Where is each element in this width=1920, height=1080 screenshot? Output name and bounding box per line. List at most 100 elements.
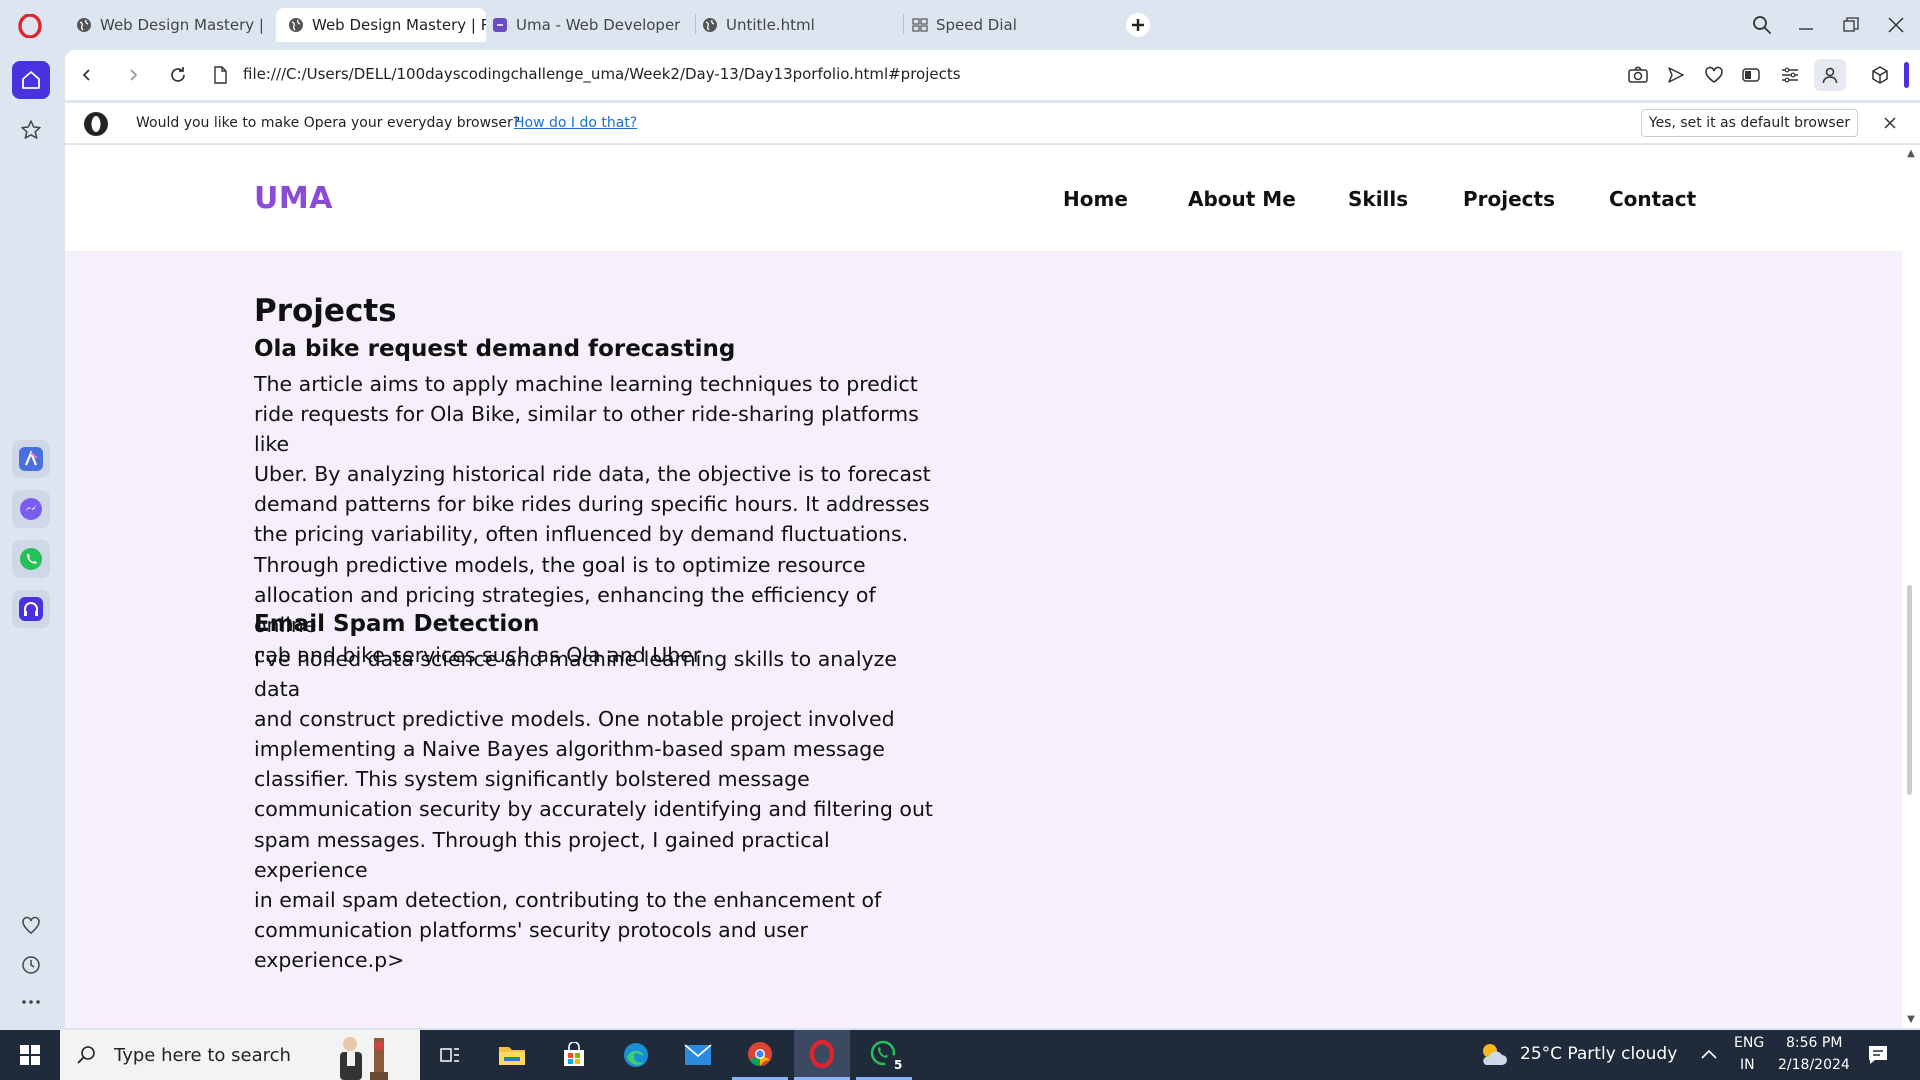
description-line: classifier. This system significantly bo… bbox=[254, 767, 810, 792]
search-tabs-icon[interactable] bbox=[1747, 10, 1777, 40]
scroll-down-arrow-icon[interactable]: ▼ bbox=[1905, 1013, 1917, 1025]
description-line: The article aims to apply machine learni… bbox=[254, 372, 918, 396]
whatsapp-taskbar-icon[interactable]: 5 bbox=[856, 1030, 912, 1080]
notifications-icon[interactable] bbox=[1866, 1043, 1890, 1067]
music-player-icon[interactable] bbox=[12, 590, 50, 628]
description-line: Through predictive models, the goal is t… bbox=[254, 552, 866, 577]
opera-taskbar-icon[interactable] bbox=[794, 1030, 850, 1080]
taskbar-search-box[interactable]: Type here to search bbox=[60, 1030, 420, 1080]
snapshot-camera-icon[interactable] bbox=[1626, 63, 1650, 87]
description-line: implementing a Naive Bayes algorithm-bas… bbox=[254, 737, 885, 762]
opera-infobar-logo-icon bbox=[83, 111, 109, 137]
url-field[interactable]: file:///C:/Users/DELL/100dayscodingchall… bbox=[243, 65, 961, 83]
whatsapp-sidebar-icon[interactable] bbox=[12, 540, 50, 578]
search-highlight-illustration-icon bbox=[328, 1030, 406, 1080]
project-title: Email Spam Detection bbox=[254, 611, 540, 637]
chrome-icon[interactable] bbox=[732, 1030, 788, 1080]
clock-time[interactable]: 8:56 PM bbox=[1786, 1035, 1842, 1051]
description-line: spam messages. Through this project, I g… bbox=[254, 827, 830, 882]
search-placeholder: Type here to search bbox=[114, 1044, 291, 1066]
opera-sidebar bbox=[0, 50, 62, 1030]
tab-untitle-html[interactable]: Untitle.html bbox=[690, 8, 890, 42]
default-browser-infobar: Would you like to make Opera your everyd… bbox=[65, 102, 1920, 144]
set-default-browser-button[interactable]: Yes, set it as default browser bbox=[1641, 109, 1858, 137]
nav-home-link[interactable]: Home bbox=[1063, 187, 1128, 211]
file-explorer-icon[interactable] bbox=[484, 1030, 540, 1080]
easy-setup-menu-icon[interactable] bbox=[1778, 63, 1802, 87]
infobar-close-icon[interactable] bbox=[1880, 113, 1900, 133]
forward-icon[interactable] bbox=[121, 63, 145, 87]
clock-date[interactable]: 2/18/2024 bbox=[1778, 1057, 1850, 1073]
infobar-help-link[interactable]: How do I do that? bbox=[514, 115, 637, 131]
home-icon[interactable] bbox=[12, 61, 50, 99]
project-title: Ola bike request demand forecasting bbox=[254, 336, 736, 362]
description-line: communication security by accurately ide… bbox=[254, 797, 933, 822]
project-description: I've honed data science and machine lear… bbox=[254, 644, 944, 975]
nav-projects-link[interactable]: Projects bbox=[1463, 187, 1555, 211]
heart-icon[interactable] bbox=[12, 906, 50, 944]
description-line: I've honed data science and machine lear… bbox=[254, 647, 898, 702]
web-page-viewport: UMA Home About Me Skills Projects Contac… bbox=[65, 145, 1902, 1028]
tab-uma-web-developer[interactable]: Uma - Web Developer bbox=[480, 8, 680, 42]
description-line: in email spam detection, contributing to… bbox=[254, 887, 882, 912]
aria-ai-icon[interactable] bbox=[12, 440, 50, 478]
description-line: communication platforms' security protoc… bbox=[254, 917, 808, 972]
task-view-icon[interactable] bbox=[422, 1030, 478, 1080]
infobar-message: Would you like to make Opera your everyd… bbox=[136, 115, 521, 131]
scroll-up-arrow-icon[interactable]: ▲ bbox=[1905, 147, 1917, 159]
code-file-icon bbox=[492, 17, 508, 33]
tab-speed-dial[interactable]: Speed Dial bbox=[900, 8, 1100, 42]
nav-about-link[interactable]: About Me bbox=[1188, 187, 1296, 211]
microsoft-store-icon[interactable] bbox=[546, 1030, 602, 1080]
profile-icon[interactable] bbox=[1814, 59, 1846, 91]
weather-text[interactable]: 25°C Partly cloudy bbox=[1520, 1044, 1677, 1064]
description-line: the pricing variability, often influence… bbox=[254, 522, 909, 547]
description-line: demand patterns for bike rides during sp… bbox=[254, 492, 930, 517]
bookmark-heart-icon[interactable] bbox=[1702, 63, 1726, 87]
input-region[interactable]: IN bbox=[1740, 1057, 1755, 1073]
site-logo[interactable]: UMA bbox=[254, 181, 333, 216]
battery-saver-icon[interactable] bbox=[1740, 63, 1764, 87]
send-flow-icon[interactable] bbox=[1664, 63, 1688, 87]
description-line: Uber. By analyzing historical ride data,… bbox=[254, 462, 931, 487]
mail-icon[interactable] bbox=[670, 1030, 726, 1080]
tab-label: Untitle.html bbox=[726, 16, 815, 34]
tab-label: Speed Dial bbox=[936, 16, 1017, 34]
reload-icon[interactable] bbox=[166, 63, 190, 87]
address-bar: file:///C:/Users/DELL/100dayscodingchall… bbox=[65, 50, 1920, 100]
input-language[interactable]: ENG bbox=[1734, 1035, 1764, 1051]
messenger-icon[interactable] bbox=[12, 490, 50, 528]
globe-icon bbox=[288, 17, 304, 33]
speed-dial-grid-icon bbox=[912, 17, 928, 33]
globe-icon bbox=[76, 17, 92, 33]
close-window-icon[interactable] bbox=[1881, 10, 1911, 40]
edge-browser-icon[interactable] bbox=[608, 1030, 664, 1080]
new-tab-plus-icon[interactable] bbox=[1124, 11, 1152, 39]
file-page-icon bbox=[208, 63, 232, 87]
scrollbar-thumb[interactable] bbox=[1907, 585, 1912, 795]
whatsapp-badge: 5 bbox=[894, 1058, 903, 1072]
weather-partly-cloudy-icon[interactable] bbox=[1478, 1041, 1510, 1069]
nav-skills-link[interactable]: Skills bbox=[1348, 187, 1408, 211]
minimize-icon[interactable] bbox=[1791, 10, 1821, 40]
windows-start-icon[interactable] bbox=[2, 1030, 58, 1080]
search-icon bbox=[76, 1044, 98, 1066]
show-hidden-icons-chevron-icon[interactable] bbox=[1699, 1045, 1719, 1065]
back-icon[interactable] bbox=[75, 63, 99, 87]
tab-web-design-mastery-1[interactable]: Web Design Mastery | Res bbox=[64, 8, 269, 42]
history-clock-icon[interactable] bbox=[12, 946, 50, 984]
description-line: ride requests for Ola Bike, similar to o… bbox=[254, 402, 919, 457]
extensions-cube-icon[interactable] bbox=[1868, 63, 1892, 87]
sidebar-toggle-indicator[interactable] bbox=[1904, 62, 1909, 88]
restore-icon[interactable] bbox=[1836, 10, 1866, 40]
page-scrollbar[interactable]: ▲ ▼ bbox=[1902, 145, 1920, 1028]
description-line: and construct predictive models. One not… bbox=[254, 707, 895, 732]
star-icon[interactable] bbox=[12, 111, 50, 149]
opera-logo-icon[interactable] bbox=[18, 13, 42, 39]
more-dots-icon[interactable] bbox=[12, 983, 50, 1021]
tab-label: Uma - Web Developer bbox=[516, 16, 680, 34]
tab-label: Web Design Mastery | Res bbox=[100, 16, 269, 34]
nav-contact-link[interactable]: Contact bbox=[1609, 187, 1696, 211]
tab-web-design-mastery-2[interactable]: Web Design Mastery | Res bbox=[276, 8, 486, 42]
tab-strip: Web Design Mastery | Res Web Design Mast… bbox=[0, 0, 1920, 50]
